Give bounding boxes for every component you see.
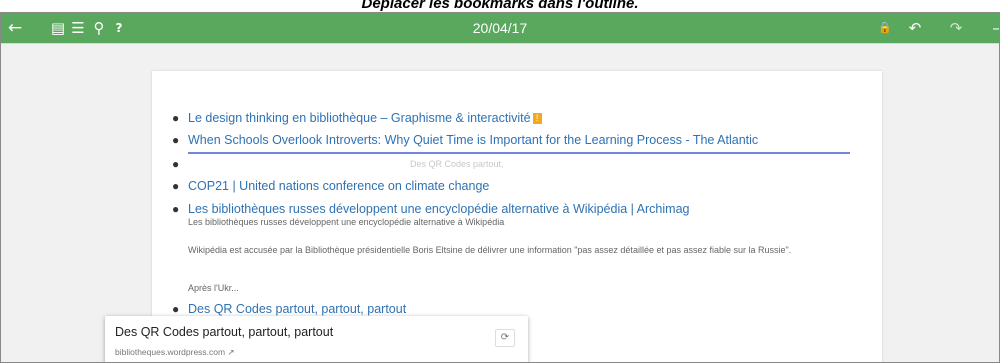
- outline-item-4-text[interactable]: COP21 | United nations conference on cli…: [188, 179, 489, 193]
- outline-item-1-text[interactable]: Le design thinking en bibliothèque – Gra…: [188, 111, 531, 125]
- search-icon[interactable]: ⚲: [90, 13, 108, 43]
- item-5-description: Les bibliothèques russes développent une…: [188, 217, 505, 227]
- outline-item-6-text[interactable]: Des QR Codes partout, partout, partout: [188, 302, 406, 316]
- item-5-description-3: Après l'Ukr...: [188, 283, 239, 293]
- list-view-icon[interactable]: ☰: [69, 13, 87, 43]
- refresh-button[interactable]: ⟳: [495, 329, 515, 347]
- drag-ghost-text: Des QR Codes partout,: [410, 159, 504, 169]
- bullet: ●: [172, 111, 180, 125]
- bullet: ●: [172, 157, 180, 171]
- outline-item-5-text[interactable]: Les bibliothèques russes développent une…: [188, 202, 689, 216]
- bullet: ●: [172, 179, 180, 193]
- outline-item-2-text[interactable]: When Schools Overlook Introverts: Why Qu…: [188, 133, 758, 147]
- item-5-description-2: Wikipédia est accusée par la Bibliothèqu…: [188, 245, 792, 255]
- bullet: ●: [172, 302, 180, 316]
- more-icon[interactable]: –: [987, 13, 999, 43]
- outline-item-4[interactable]: ● COP21 | United nations conference on c…: [172, 179, 489, 193]
- outline-item-6[interactable]: ● Des QR Codes partout, partout, partout: [172, 302, 406, 316]
- app-window: ← ▤ ☰ ⚲ ? 20/04/17 🔒 ↶ ↷ – ● Le design t…: [0, 12, 1000, 363]
- popup-title[interactable]: Des QR Codes partout, partout, partout: [115, 325, 333, 339]
- popup-url[interactable]: bibliotheques.wordpress.com ↗: [115, 347, 235, 358]
- caption: Déplacer les bookmarks dans l'outline.: [361, 0, 639, 11]
- drop-indicator: [188, 152, 850, 154]
- card-view-icon[interactable]: ▤: [49, 13, 67, 43]
- bullet: ●: [172, 133, 180, 147]
- undo-icon[interactable]: ↶: [906, 13, 924, 43]
- outline-item-1[interactable]: ● Le design thinking en bibliothèque – G…: [172, 111, 542, 125]
- bullet: ●: [172, 202, 180, 216]
- popup-url-text[interactable]: bibliotheques.wordpress.com: [115, 347, 225, 357]
- outline-item-5[interactable]: ● Les bibliothèques russes développent u…: [172, 202, 689, 216]
- external-link-icon[interactable]: ↗: [227, 347, 234, 357]
- warning-badge-icon: !: [532, 113, 542, 124]
- toolbar: ← ▤ ☰ ⚲ ? 20/04/17 🔒 ↶ ↷ –: [1, 13, 999, 43]
- toolbar-divider: [1, 43, 999, 44]
- outline-item-2[interactable]: ● When Schools Overlook Introverts: Why …: [172, 133, 758, 147]
- lock-icon[interactable]: 🔒: [876, 13, 894, 43]
- back-arrow-icon[interactable]: ←: [6, 13, 24, 43]
- help-icon[interactable]: ?: [110, 13, 128, 43]
- date-title: 20/04/17: [472, 20, 528, 36]
- link-preview-popup[interactable]: Des QR Codes partout, partout, partout b…: [105, 316, 528, 362]
- refresh-icon: ⟳: [500, 332, 510, 343]
- redo-icon[interactable]: ↷: [947, 13, 965, 43]
